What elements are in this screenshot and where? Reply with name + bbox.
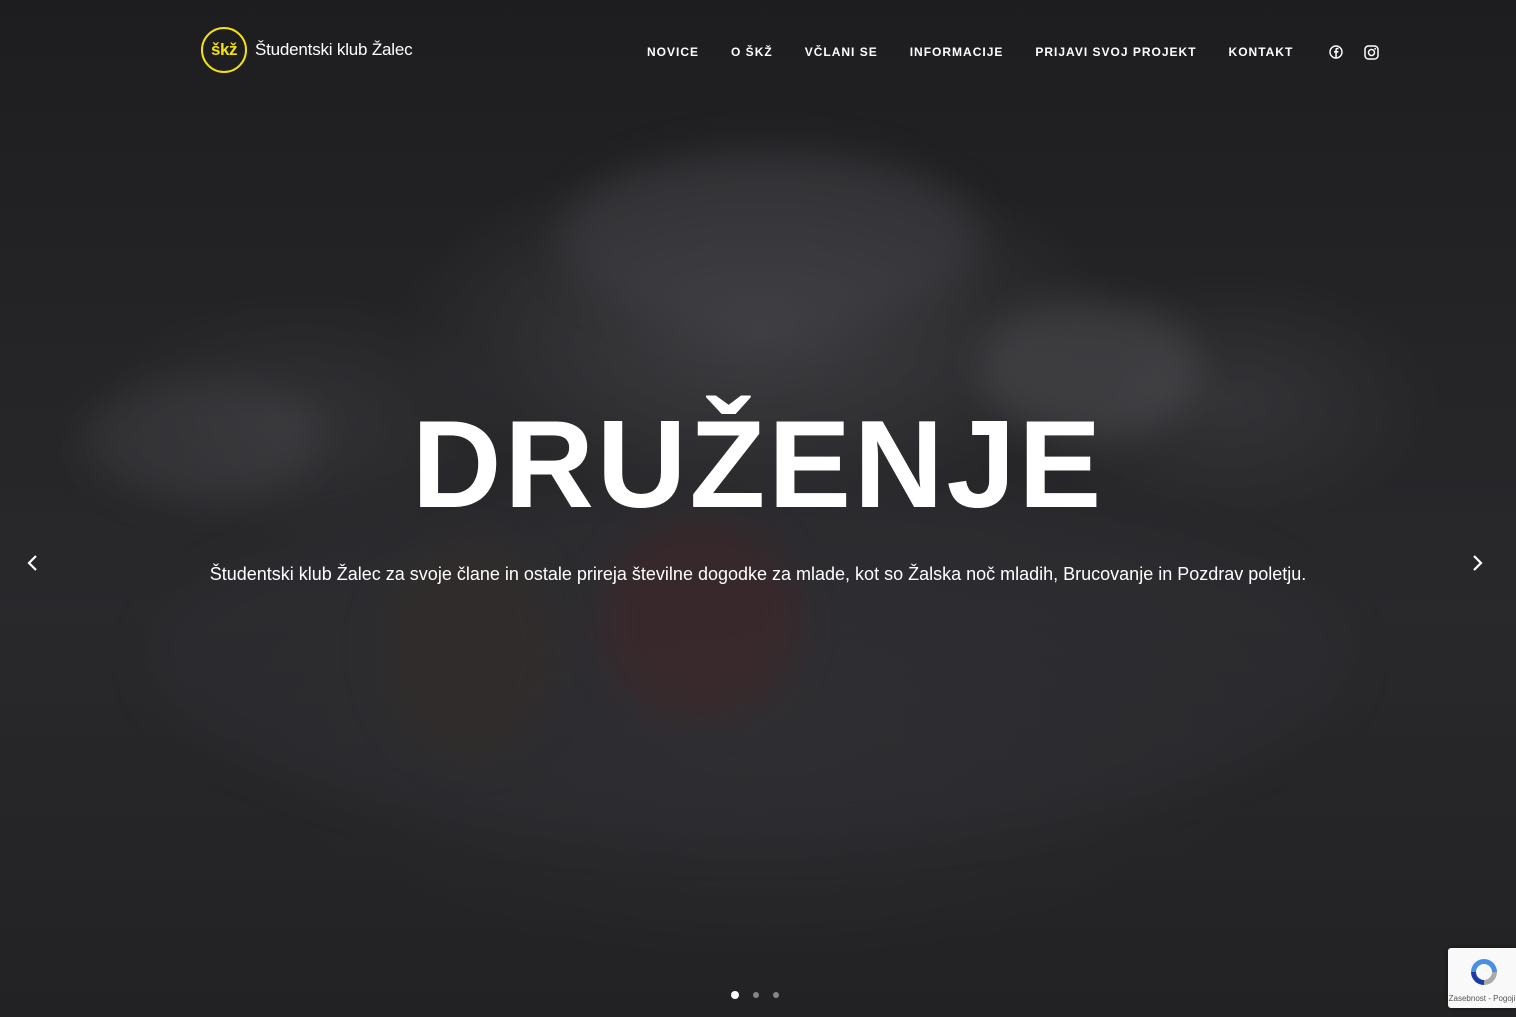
next-slide-button[interactable]	[1466, 551, 1490, 575]
slider-dot-2[interactable]	[753, 992, 759, 998]
chevron-left-icon	[27, 555, 37, 571]
main-nav: NOVICE O ŠKŽ VČLANI SE INFORMACIJE PRIJA…	[647, 44, 1395, 60]
recaptcha-text[interactable]: Zasebnost - Pogoji	[1448, 994, 1516, 1003]
nav-item-o-skz[interactable]: O ŠKŽ	[731, 45, 773, 59]
slider-pagination	[731, 991, 793, 999]
recaptcha-badge[interactable]: Zasebnost - Pogoji	[1448, 948, 1516, 1008]
nav-item-kontakt[interactable]: KONTAKT	[1229, 45, 1294, 59]
hero-slider: škž Študentski klub Žalec NOVICE O ŠKŽ V…	[0, 0, 1516, 1017]
slide-subtitle: Študentski klub Žalec za svoje člane in …	[209, 564, 1307, 584]
nav-item-prijavi-projekt[interactable]: PRIJAVI SVOJ PROJEKT	[1035, 45, 1196, 59]
prev-slide-button[interactable]	[20, 551, 44, 575]
chevron-right-icon	[1473, 555, 1483, 571]
slider-dot-1[interactable]	[731, 991, 739, 999]
slider-dot-3[interactable]	[773, 992, 779, 998]
logo-mark: škž	[201, 27, 247, 73]
nav-item-informacije[interactable]: INFORMACIJE	[910, 45, 1004, 59]
nav-item-novice[interactable]: NOVICE	[647, 45, 699, 59]
logo-text: Študentski klub Žalec	[255, 40, 413, 59]
site-logo[interactable]: škž Študentski klub Žalec	[201, 27, 413, 73]
recaptcha-icon	[1471, 959, 1497, 985]
nav-item-vclani-se[interactable]: VČLANI SE	[805, 45, 878, 59]
slide-title: DRUŽENJE	[411, 396, 1105, 534]
facebook-icon[interactable]	[1328, 44, 1344, 60]
instagram-icon[interactable]	[1363, 44, 1379, 60]
